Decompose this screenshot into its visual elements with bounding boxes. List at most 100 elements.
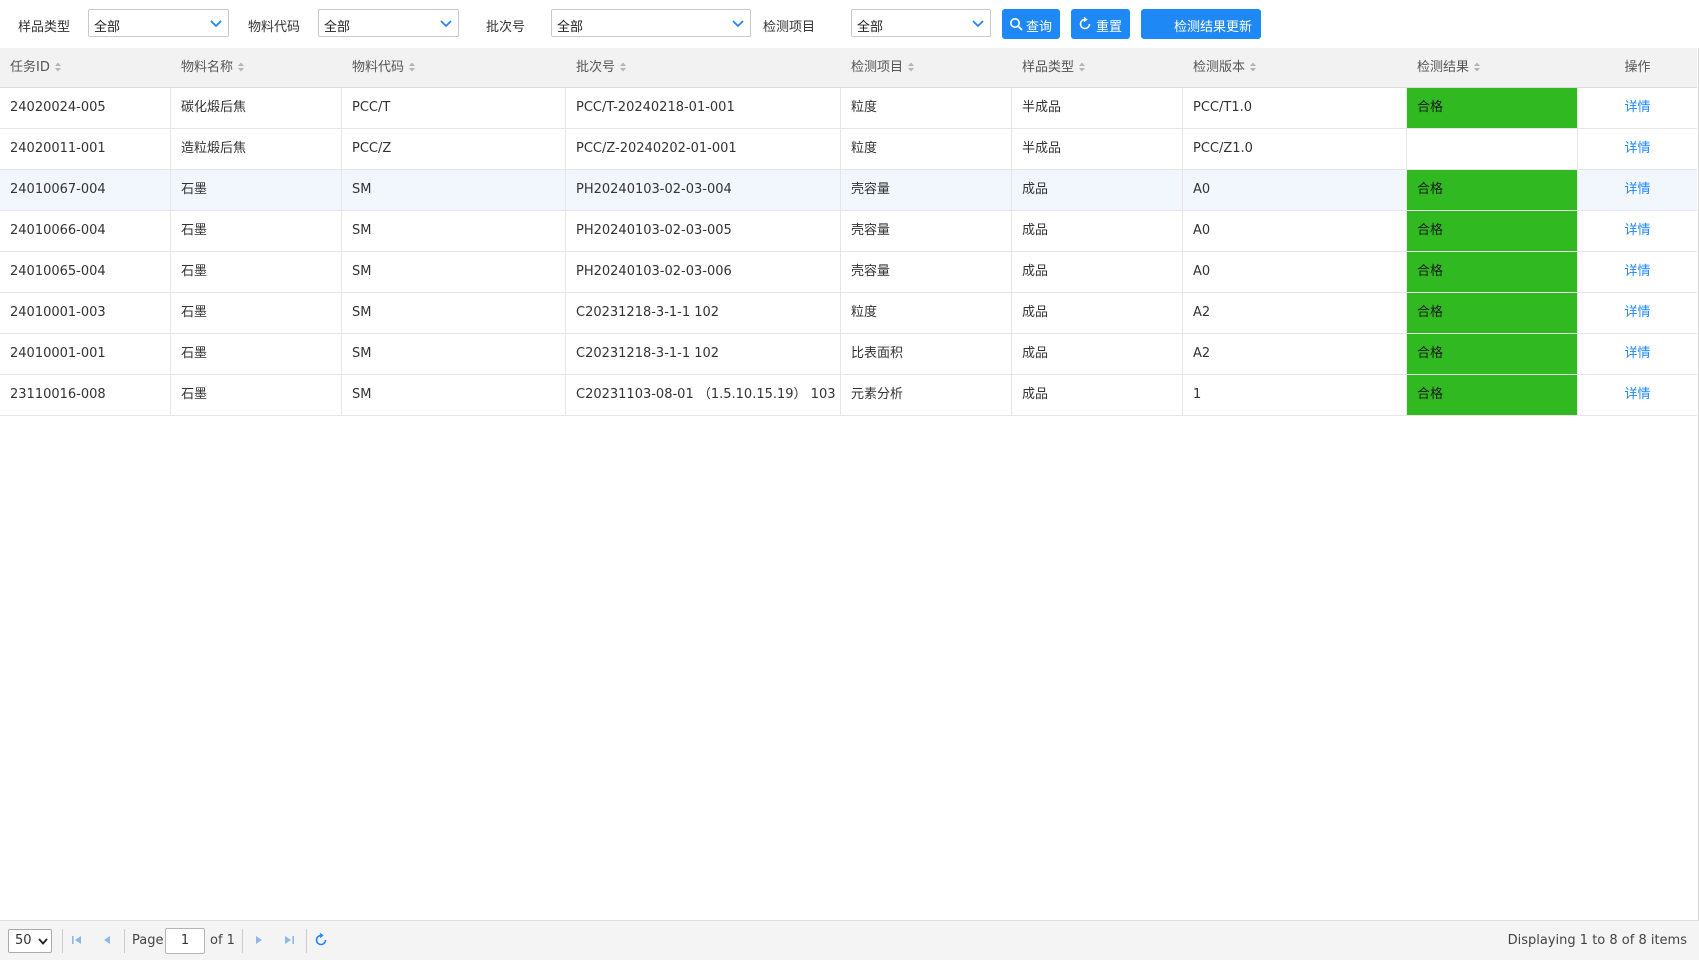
prev-page-icon[interactable] [100, 933, 114, 947]
cell-test-result-pass: 合格 [1407, 375, 1578, 415]
details-link[interactable]: 详情 [1578, 293, 1697, 333]
sample-type-select[interactable]: 全部 [88, 9, 229, 37]
refresh-icon [1079, 17, 1091, 30]
col-header-label: 物料代码 [352, 60, 405, 75]
test-item-value: 全部 [857, 20, 884, 35]
update-results-button[interactable]: 检测结果更新 [1141, 9, 1261, 39]
chevron-down-icon [972, 20, 984, 28]
reset-button[interactable]: 重置 [1071, 9, 1130, 39]
table-row[interactable]: 24010066-004 石墨 SM PH20240103-02-03-005 … [0, 211, 1697, 252]
table-row[interactable]: 24020011-001 造粒煅后焦 PCC/Z PCC/Z-20240202-… [0, 129, 1697, 170]
cell-test-item: 元素分析 [841, 375, 1012, 415]
pager-divider [306, 929, 307, 953]
sort-icon [1079, 62, 1086, 71]
test-item-select[interactable]: 全部 [851, 9, 991, 37]
col-header-task-id[interactable]: 任务ID [0, 48, 171, 88]
details-link[interactable]: 详情 [1578, 170, 1697, 210]
cell-task-id: 24020024-005 [0, 88, 171, 128]
cell-test-item: 壳容量 [841, 252, 1012, 292]
cell-test-result-pass: 合格 [1407, 211, 1578, 251]
material-code-label: 物料代码 [248, 20, 301, 35]
sort-icon [908, 62, 915, 71]
details-link[interactable]: 详情 [1578, 211, 1697, 251]
table-row[interactable]: 24020024-005 碳化煅后焦 PCC/T PCC/T-20240218-… [0, 88, 1697, 129]
refresh-icon[interactable] [314, 933, 328, 947]
pager-info: Displaying 1 to 8 of 8 items [1507, 933, 1687, 948]
sort-icon [409, 62, 416, 71]
cell-sample-type: 成品 [1012, 293, 1183, 333]
table-row[interactable]: 24010001-001 石墨 SM C20231218-3-1-1 102 比… [0, 334, 1697, 375]
cell-test-version: A2 [1183, 334, 1407, 374]
next-page-icon[interactable] [252, 933, 266, 947]
page-size-select[interactable]: 50 [8, 929, 52, 953]
details-link[interactable]: 详情 [1578, 375, 1697, 415]
sample-type-value: 全部 [94, 20, 121, 35]
cell-sample-type: 成品 [1012, 211, 1183, 251]
details-link[interactable]: 详情 [1578, 334, 1697, 374]
col-header-material-name[interactable]: 物料名称 [171, 48, 342, 88]
cell-test-version: A0 [1183, 211, 1407, 251]
details-link[interactable]: 详情 [1578, 129, 1697, 169]
cell-test-version: PCC/Z1.0 [1183, 129, 1407, 169]
details-link[interactable]: 详情 [1578, 88, 1697, 128]
cell-task-id: 24010001-001 [0, 334, 171, 374]
results-table: 任务ID 物料名称 物料代码 批次号 检测项目 样品类型 检测版本 检测结果 操… [0, 48, 1699, 920]
cell-test-result-pass: 合格 [1407, 88, 1578, 128]
cell-material-code: SM [342, 211, 566, 251]
details-link[interactable]: 详情 [1578, 252, 1697, 292]
cell-test-result-pass: 合格 [1407, 293, 1578, 333]
col-header-test-item[interactable]: 检测项目 [841, 48, 1012, 88]
cell-material-code: SM [342, 293, 566, 333]
cell-task-id: 24010001-003 [0, 293, 171, 333]
table-row[interactable]: 24010001-003 石墨 SM C20231218-3-1-1 102 粒… [0, 293, 1697, 334]
table-row-selected[interactable]: 24010067-004 石墨 SM PH20240103-02-03-004 … [0, 170, 1697, 211]
pager-divider [242, 929, 243, 953]
sort-icon [1474, 62, 1481, 71]
cell-batch-no: PCC/Z-20240202-01-001 [566, 129, 841, 169]
query-button-label: 查询 [1026, 20, 1053, 35]
first-page-icon[interactable] [70, 933, 84, 947]
cell-material-name: 石墨 [171, 211, 342, 251]
reset-button-label: 重置 [1096, 20, 1123, 35]
cell-test-version: PCC/T1.0 [1183, 88, 1407, 128]
chevron-down-icon [38, 938, 48, 945]
cell-test-result-pass: 合格 [1407, 170, 1578, 210]
cell-sample-type: 半成品 [1012, 88, 1183, 128]
cell-task-id: 24010065-004 [0, 252, 171, 292]
col-header-label: 检测项目 [851, 60, 904, 75]
cell-material-code: SM [342, 334, 566, 374]
query-button[interactable]: 查询 [1002, 9, 1060, 39]
table-row[interactable]: 24010065-004 石墨 SM PH20240103-02-03-006 … [0, 252, 1697, 293]
cell-sample-type: 成品 [1012, 375, 1183, 415]
table-row[interactable]: 23110016-008 石墨 SM C20231103-08-01 （1.5.… [0, 375, 1697, 416]
cell-test-result-empty [1407, 129, 1578, 169]
page-size-value: 50 [15, 933, 32, 948]
col-header-test-version[interactable]: 检测版本 [1183, 48, 1407, 88]
cell-test-item: 粒度 [841, 129, 1012, 169]
cell-task-id: 24010066-004 [0, 211, 171, 251]
col-header-sample-type[interactable]: 样品类型 [1012, 48, 1183, 88]
col-header-material-code[interactable]: 物料代码 [342, 48, 566, 88]
cell-batch-no: PH20240103-02-03-006 [566, 252, 841, 292]
last-page-icon[interactable] [282, 933, 296, 947]
cell-material-name: 碳化煅后焦 [171, 88, 342, 128]
batch-no-select[interactable]: 全部 [551, 9, 751, 37]
cell-sample-type: 成品 [1012, 334, 1183, 374]
sort-icon [54, 62, 61, 71]
material-code-select[interactable]: 全部 [318, 9, 459, 37]
page-number-input[interactable]: 1 [165, 928, 205, 954]
cell-material-code: SM [342, 375, 566, 415]
cell-batch-no: PH20240103-02-03-005 [566, 211, 841, 251]
col-header-batch-no[interactable]: 批次号 [566, 48, 841, 88]
col-header-label: 任务ID [10, 60, 50, 75]
test-item-label: 检测项目 [763, 20, 816, 35]
col-header-test-result[interactable]: 检测结果 [1407, 48, 1578, 88]
filter-toolbar: 样品类型 全部 物料代码 全部 批次号 全部 检测项目 全部 查询 重置 检测结… [0, 0, 1699, 48]
table-header: 任务ID 物料名称 物料代码 批次号 检测项目 样品类型 检测版本 检测结果 操… [0, 48, 1697, 88]
sort-icon [238, 62, 245, 71]
cell-task-id: 24020011-001 [0, 129, 171, 169]
chevron-down-icon [440, 20, 452, 28]
cell-test-item: 粒度 [841, 88, 1012, 128]
cell-sample-type: 半成品 [1012, 129, 1183, 169]
batch-no-value: 全部 [557, 20, 584, 35]
